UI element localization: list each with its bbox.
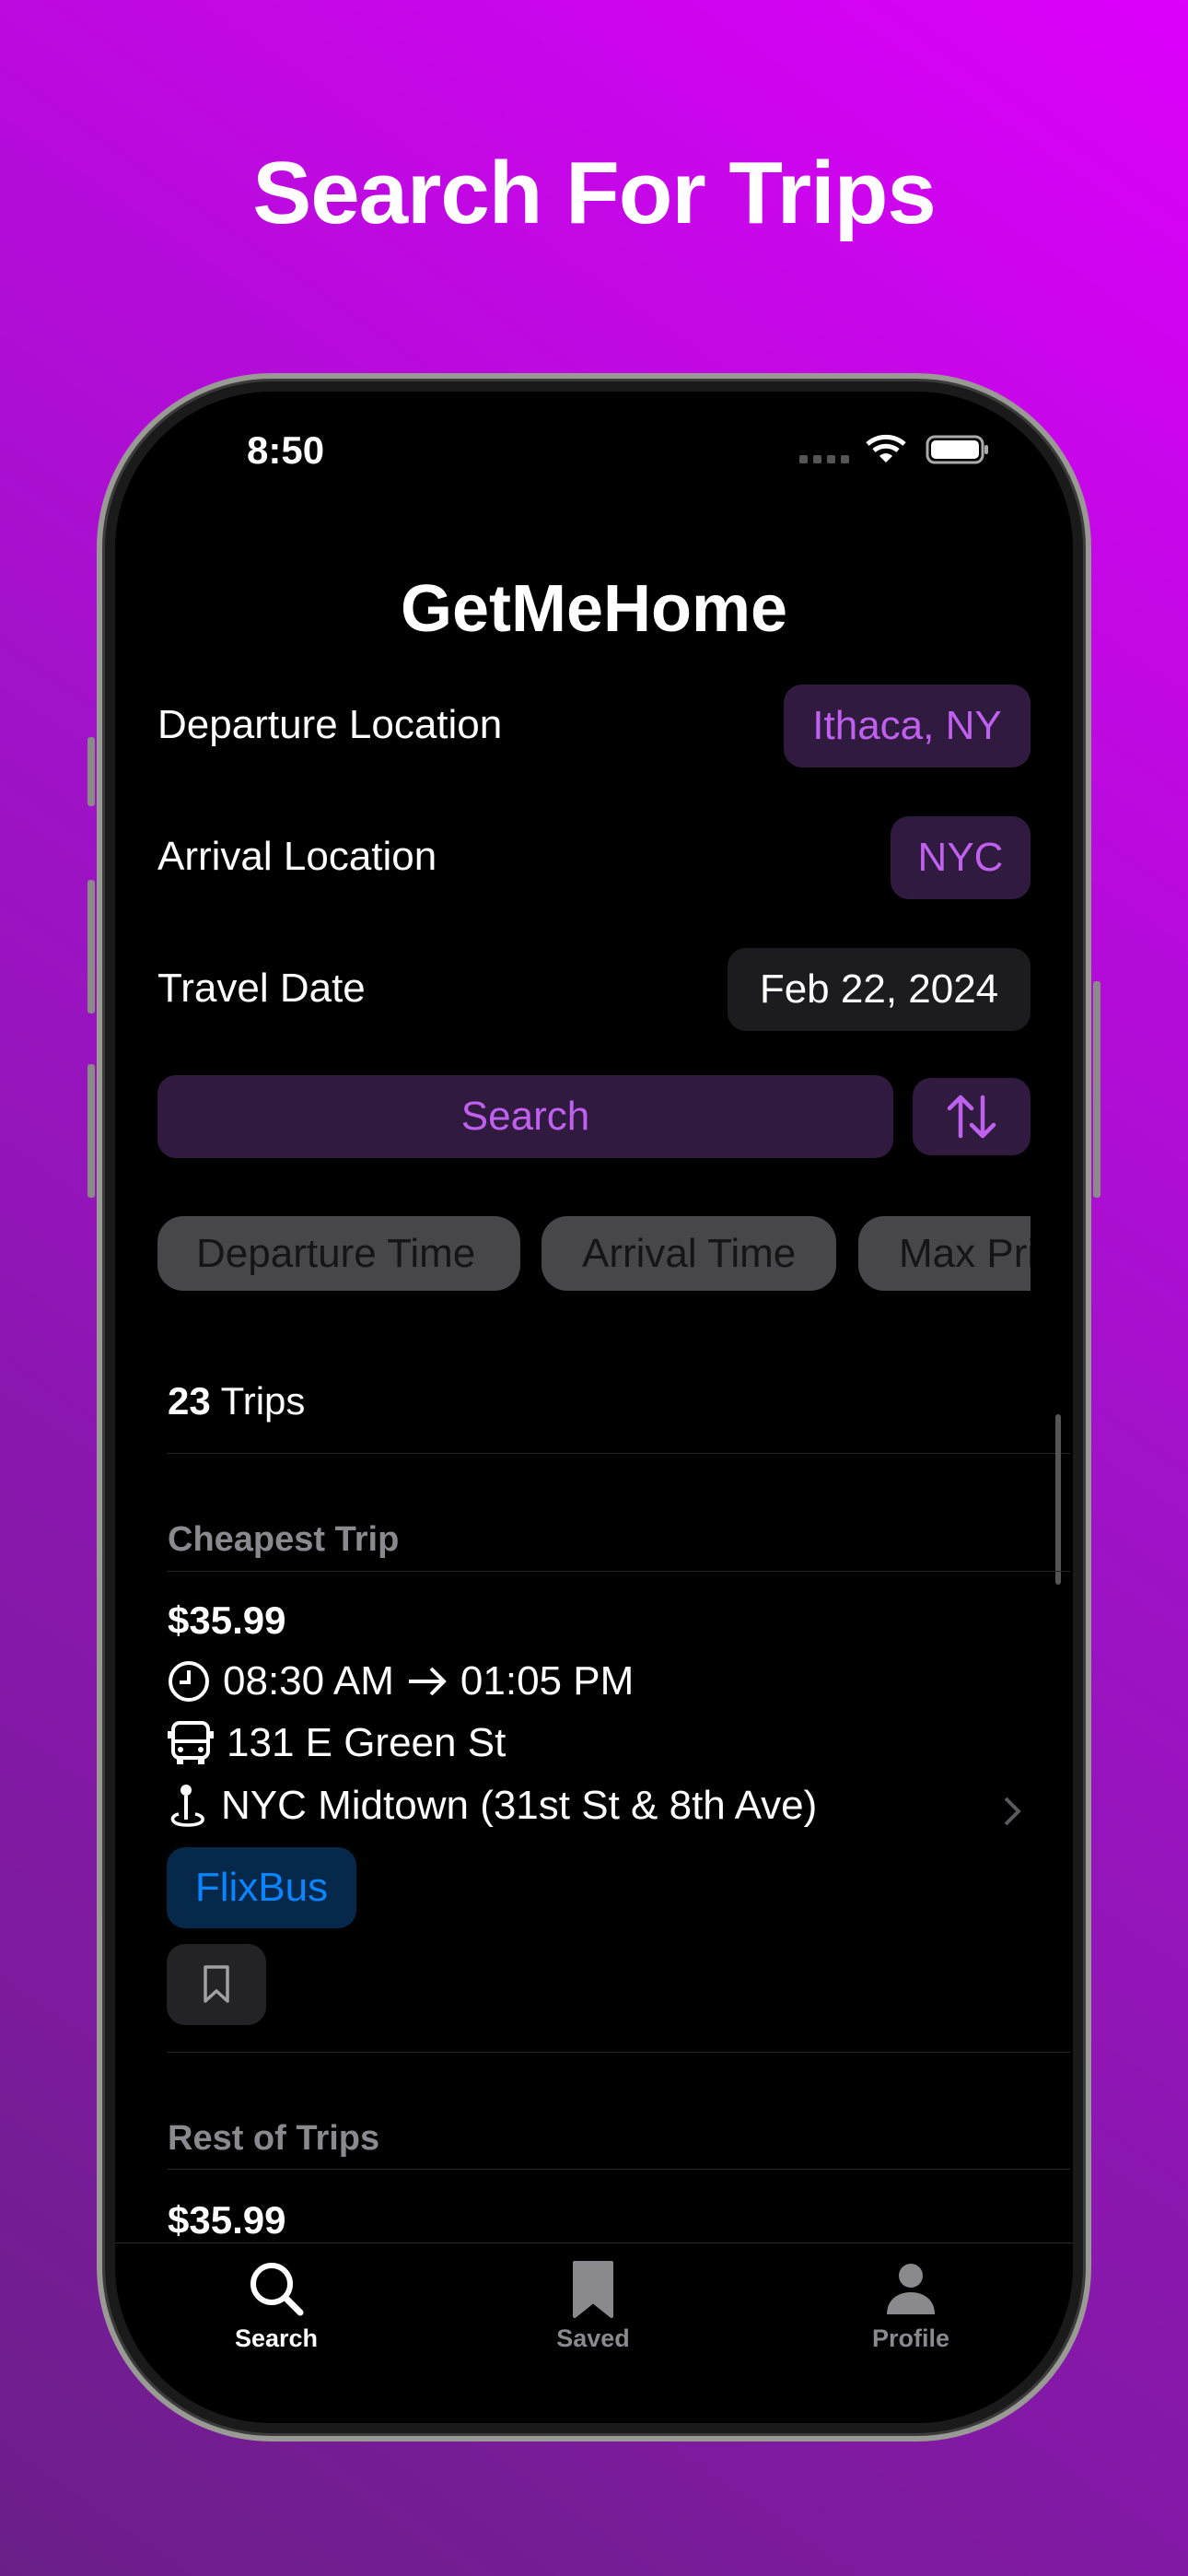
trip-count: 23 Trips <box>168 1379 305 1423</box>
filter-chips: Departure Time Arrival Time Max Price <box>157 1216 1031 1291</box>
save-trip-button[interactable] <box>167 1944 266 2025</box>
cellular-signal-icon <box>799 455 849 463</box>
trip-destination: NYC Midtown (31st St & 8th Ave) <box>168 1783 817 1829</box>
bookmark-filled-icon <box>573 2261 613 2318</box>
tab-saved[interactable]: Saved <box>501 2259 685 2353</box>
divider <box>167 2052 1070 2053</box>
trip-origin: 131 E Green St <box>168 1720 506 1766</box>
bus-icon <box>168 1721 214 1764</box>
swap-locations-button[interactable] <box>913 1078 1031 1155</box>
trip-count-number: 23 <box>168 1379 211 1423</box>
app-title: GetMeHome <box>400 572 788 646</box>
divider <box>167 1453 1070 1454</box>
tab-profile[interactable]: Profile <box>819 2259 1003 2353</box>
swap-arrows-icon <box>947 1095 996 1139</box>
search-button[interactable]: Search <box>157 1075 893 1158</box>
tab-search-label: Search <box>234 2324 319 2352</box>
departure-picker[interactable]: Ithaca, NY <box>784 685 1031 767</box>
volume-up-button <box>87 880 95 1013</box>
arrival-label: Arrival Location <box>157 834 437 879</box>
cheapest-trip-header: Cheapest Trip <box>168 1520 400 1559</box>
battery-icon <box>926 435 988 464</box>
tab-profile-label: Profile <box>871 2324 950 2352</box>
power-button <box>1093 981 1101 1198</box>
volume-down-button <box>87 1064 95 1198</box>
depart-time: 08:30 AM <box>223 1658 394 1704</box>
wifi-icon <box>866 434 906 463</box>
arrival-picker[interactable]: NYC <box>891 816 1031 899</box>
tab-search[interactable]: Search <box>184 2259 368 2353</box>
travel-date-picker[interactable]: Feb 22, 2024 <box>728 948 1031 1031</box>
filter-departure-time[interactable]: Departure Time <box>157 1216 520 1291</box>
destination-stop: NYC Midtown (31st St & 8th Ave) <box>221 1783 818 1828</box>
travel-date-label: Travel Date <box>157 966 366 1011</box>
status-time: 8:50 <box>247 428 325 472</box>
arrive-time: 01:05 PM <box>460 1658 635 1704</box>
departure-label: Departure Location <box>157 702 503 747</box>
carrier-badge: FlixBus <box>167 1847 356 1928</box>
person-icon <box>887 2264 935 2314</box>
filter-max-price[interactable]: Max Price <box>858 1216 1031 1291</box>
trip-price: $35.99 <box>168 2198 286 2242</box>
mute-switch <box>87 737 95 806</box>
origin-stop: 131 E Green St <box>227 1720 507 1765</box>
trip-times: 08:30 AM 01:05 PM <box>168 1658 634 1704</box>
rest-of-trips-header: Rest of Trips <box>168 2119 380 2158</box>
divider <box>167 2169 1070 2170</box>
chevron-right-icon <box>1004 1797 1021 1826</box>
arrow-right-icon <box>408 1667 447 1696</box>
filter-arrival-time[interactable]: Arrival Time <box>542 1216 836 1291</box>
clock-icon <box>169 1661 209 1702</box>
tab-saved-label: Saved <box>556 2324 630 2352</box>
scrollbar[interactable] <box>1055 1414 1061 1585</box>
headline: Search For Trips <box>252 144 937 242</box>
bookmark-icon <box>204 1965 229 2003</box>
trip-count-suffix: Trips <box>220 1379 306 1423</box>
map-pin-icon <box>170 1785 204 1827</box>
divider <box>167 1571 1070 1572</box>
search-icon <box>250 2263 304 2316</box>
trip-price: $35.99 <box>168 1598 286 1642</box>
